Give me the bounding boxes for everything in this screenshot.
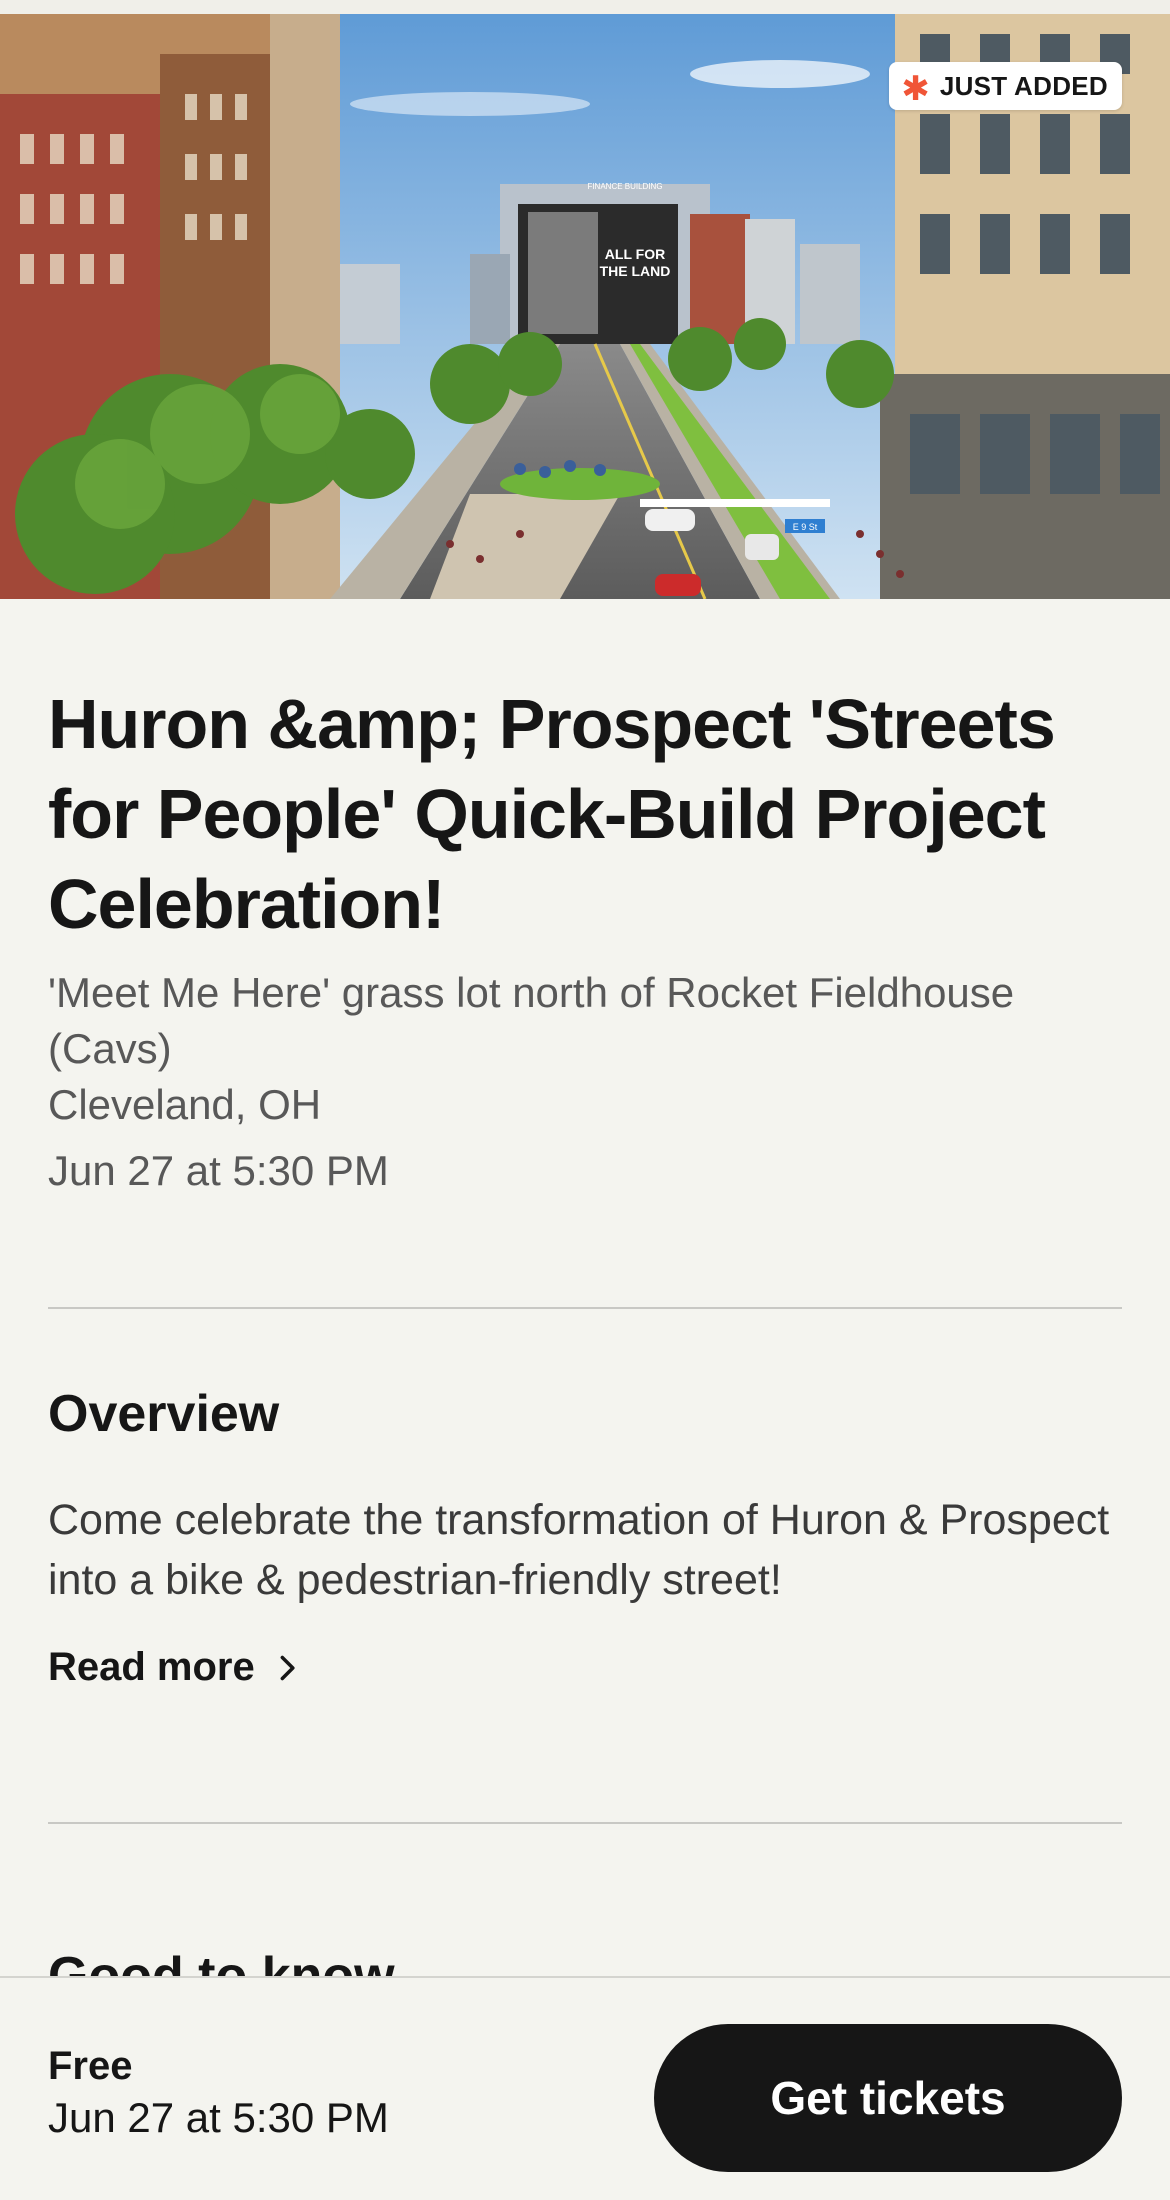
overview-text: Come celebrate the transformation of Hur…: [48, 1496, 1110, 1604]
footer-datetime: Jun 27 at 5:30 PM: [48, 2094, 389, 2141]
event-city: Cleveland, OH: [48, 1081, 322, 1128]
street-sign-text: E 9 St: [793, 522, 818, 532]
overview-heading: Overview: [48, 1385, 280, 1443]
event-header: Huron &amp; Prospect 'Streets for People…: [48, 599, 1122, 1199]
billboard-text-1: ALL FOR: [605, 246, 665, 262]
get-tickets-button[interactable]: Get tickets: [654, 2024, 1122, 2172]
just-added-badge: ✱ JUST ADDED: [889, 62, 1122, 110]
read-more-link[interactable]: Read more: [48, 1645, 301, 1690]
asterisk-icon: ✱: [901, 70, 930, 108]
event-hero-image: ALL FOR THE LAND FINANCE BUILDING E 9 St…: [0, 14, 1170, 599]
event-datetime: Jun 27 at 5:30 PM: [48, 1147, 389, 1194]
event-location[interactable]: 'Meet Me Here' grass lot north of Rocket…: [48, 965, 1122, 1077]
building-sign-text: FINANCE BUILDING: [587, 182, 662, 191]
ticket-price: Free: [48, 2044, 133, 2088]
event-page: ALL FOR THE LAND FINANCE BUILDING E 9 St…: [0, 0, 1170, 2200]
status-strip: [0, 0, 1170, 14]
event-title: Huron &amp; Prospect 'Streets for People…: [48, 685, 1056, 943]
read-more-label: Read more: [48, 1645, 255, 1689]
ticket-footer: Free Jun 27 at 5:30 PM Get tickets: [0, 1976, 1170, 2200]
divider: [48, 1822, 1122, 1824]
billboard-text-2: THE LAND: [600, 263, 671, 279]
chevron-right-icon: [280, 1655, 295, 1680]
badge-label: JUST ADDED: [939, 70, 1108, 101]
divider: [48, 1307, 1122, 1309]
